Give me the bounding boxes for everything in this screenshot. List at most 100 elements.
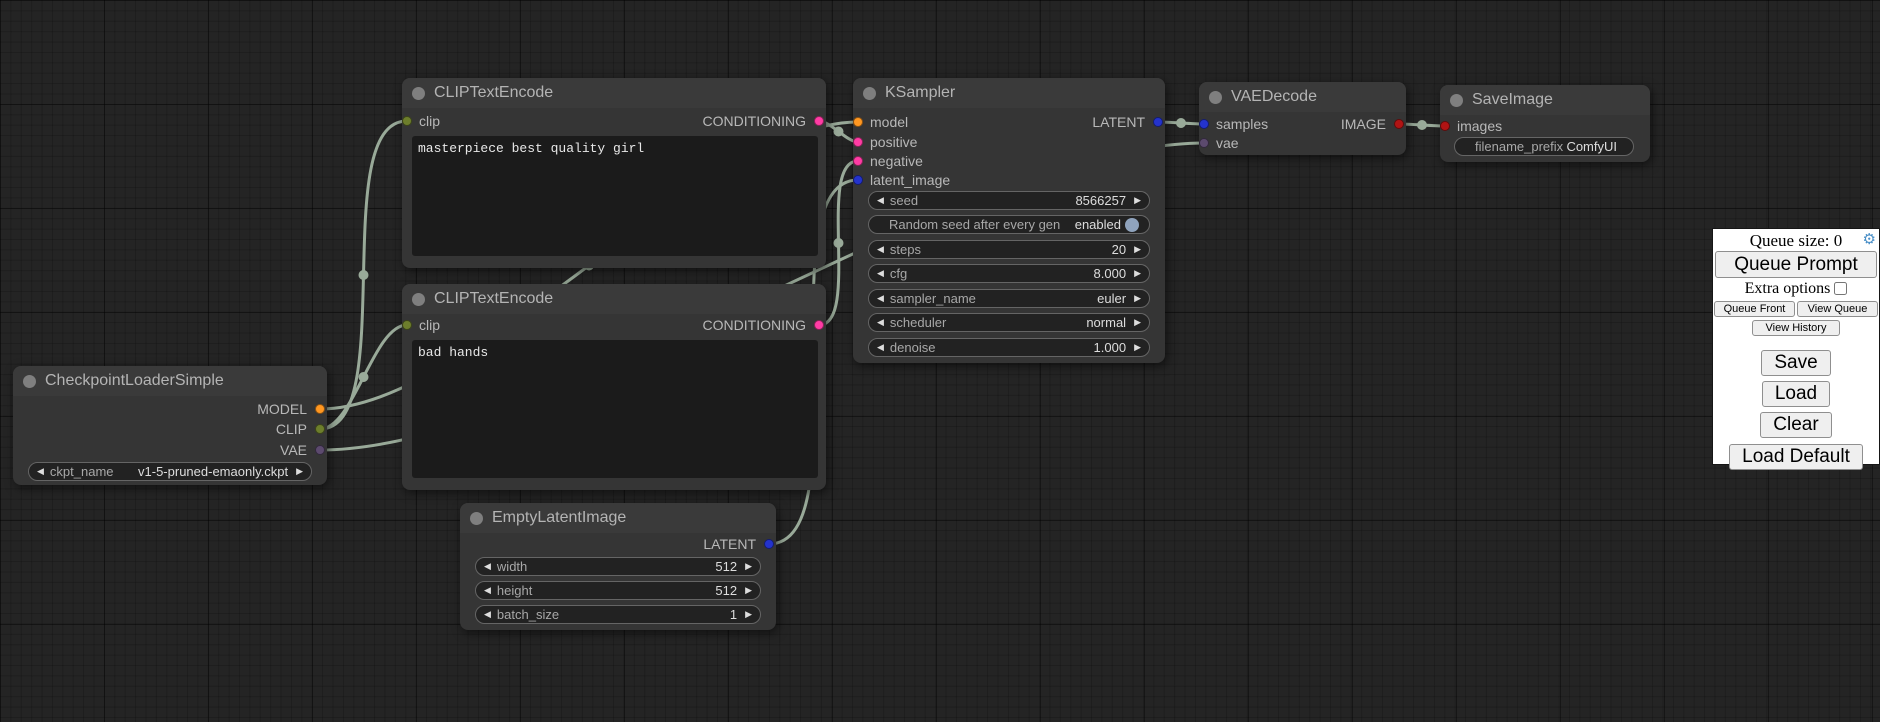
collapse-dot-icon[interactable] xyxy=(863,87,876,100)
prev-arrow-icon[interactable]: ◀ xyxy=(877,314,884,331)
latent-image-input-slot[interactable] xyxy=(853,175,863,185)
slot-row: clip CONDITIONING xyxy=(402,315,826,335)
increment-arrow-icon[interactable]: ▶ xyxy=(745,558,752,575)
widget-batch-size[interactable]: ◀ batch_size 1 ▶ xyxy=(475,605,761,624)
node-title-bar[interactable]: CheckpointLoaderSimple xyxy=(13,366,327,396)
negative-input-slot[interactable] xyxy=(853,156,863,166)
output-label: IMAGE xyxy=(1341,114,1386,134)
prev-arrow-icon[interactable]: ◀ xyxy=(877,290,884,307)
positive-input-slot[interactable] xyxy=(853,137,863,147)
widget-value: ComfyUI xyxy=(1563,139,1617,154)
decrement-arrow-icon[interactable]: ◀ xyxy=(877,265,884,282)
node-title-bar[interactable]: VAEDecode xyxy=(1199,82,1406,112)
save-button[interactable]: Save xyxy=(1761,350,1830,376)
increment-arrow-icon[interactable]: ▶ xyxy=(1134,265,1141,282)
node-graph-canvas[interactable]: CheckpointLoaderSimple MODEL CLIP VAE ◀ … xyxy=(0,0,1880,722)
prev-arrow-icon[interactable]: ◀ xyxy=(37,463,44,480)
load-default-button[interactable]: Load Default xyxy=(1729,444,1863,470)
queue-front-button[interactable]: Queue Front xyxy=(1714,301,1795,317)
increment-arrow-icon[interactable]: ▶ xyxy=(745,582,752,599)
node-ksampler[interactable]: KSampler model LATENT positive negative … xyxy=(853,78,1165,363)
decrement-arrow-icon[interactable]: ◀ xyxy=(877,339,884,356)
output-label: VAE xyxy=(280,440,307,460)
extra-options-checkbox[interactable] xyxy=(1834,282,1847,295)
node-title-bar[interactable]: CLIPTextEncode xyxy=(402,78,826,108)
checkpoint-clip-to-negative-clip-midpoint-dot[interactable] xyxy=(359,372,369,382)
widget-random-seed-toggle[interactable]: Random seed after every gen enabled xyxy=(868,215,1150,234)
negative-prompt-textarea[interactable]: bad hands xyxy=(412,340,818,478)
positive-cond-to-ksampler-positive-midpoint-dot[interactable] xyxy=(834,127,844,137)
widget-label: filename_prefix xyxy=(1475,139,1563,154)
increment-arrow-icon[interactable]: ▶ xyxy=(1134,241,1141,258)
clip-input-slot[interactable] xyxy=(402,320,412,330)
next-arrow-icon[interactable]: ▶ xyxy=(1134,290,1141,307)
collapse-dot-icon[interactable] xyxy=(412,293,425,306)
collapse-dot-icon[interactable] xyxy=(1450,94,1463,107)
widget-sampler-name[interactable]: ◀ sampler_name euler ▶ xyxy=(868,289,1150,308)
model-input-slot[interactable] xyxy=(853,117,863,127)
vaedecode-image-to-saveimage-images-midpoint-dot[interactable] xyxy=(1417,120,1427,130)
decrement-arrow-icon[interactable]: ◀ xyxy=(877,192,884,209)
slot-row: samples IMAGE xyxy=(1199,114,1406,134)
node-save-image[interactable]: SaveImage images filename_prefix ComfyUI xyxy=(1440,85,1650,162)
node-empty-latent-image[interactable]: EmptyLatentImage LATENT ◀ width 512 ▶ ◀ … xyxy=(460,503,776,630)
widget-filename-prefix[interactable]: filename_prefix ComfyUI xyxy=(1454,137,1634,156)
latent-output-slot[interactable] xyxy=(764,539,774,549)
collapse-dot-icon[interactable] xyxy=(470,512,483,525)
view-history-button[interactable]: View History xyxy=(1752,320,1840,336)
node-title-bar[interactable]: KSampler xyxy=(853,78,1165,108)
ksampler-latent-to-vaedecode-samples-midpoint-dot[interactable] xyxy=(1176,118,1186,128)
input-label: model xyxy=(870,112,908,132)
conditioning-output-slot[interactable] xyxy=(814,116,824,126)
conditioning-output-slot[interactable] xyxy=(814,320,824,330)
node-title: VAEDecode xyxy=(1231,88,1317,106)
node-title: EmptyLatentImage xyxy=(492,509,626,527)
node-title-bar[interactable]: SaveImage xyxy=(1440,85,1650,115)
increment-arrow-icon[interactable]: ▶ xyxy=(745,606,752,623)
settings-gear-icon[interactable]: ⚙ xyxy=(1863,232,1876,247)
checkpoint-clip-to-positive-clip-midpoint-dot[interactable] xyxy=(359,270,369,280)
decrement-arrow-icon[interactable]: ◀ xyxy=(484,558,491,575)
vae-output-slot[interactable] xyxy=(315,445,325,455)
widget-denoise[interactable]: ◀ denoise 1.000 ▶ xyxy=(868,338,1150,357)
node-clip-text-encode-negative[interactable]: CLIPTextEncode clip CONDITIONING bad han… xyxy=(402,284,826,490)
node-title-bar[interactable]: CLIPTextEncode xyxy=(402,284,826,314)
vae-input-slot[interactable] xyxy=(1199,138,1209,148)
node-vae-decode[interactable]: VAEDecode samples IMAGE vae xyxy=(1199,82,1406,155)
view-queue-button[interactable]: View Queue xyxy=(1797,301,1878,317)
node-clip-text-encode-positive[interactable]: CLIPTextEncode clip CONDITIONING masterp… xyxy=(402,78,826,268)
queue-prompt-button[interactable]: Queue Prompt xyxy=(1715,251,1877,278)
decrement-arrow-icon[interactable]: ◀ xyxy=(484,582,491,599)
samples-input-slot[interactable] xyxy=(1199,119,1209,129)
widget-height[interactable]: ◀ height 512 ▶ xyxy=(475,581,761,600)
increment-arrow-icon[interactable]: ▶ xyxy=(1134,339,1141,356)
widget-steps[interactable]: ◀ steps 20 ▶ xyxy=(868,240,1150,259)
collapse-dot-icon[interactable] xyxy=(23,375,36,388)
increment-arrow-icon[interactable]: ▶ xyxy=(1134,192,1141,209)
positive-prompt-textarea[interactable]: masterpiece best quality girl xyxy=(412,136,818,256)
image-output-slot[interactable] xyxy=(1394,119,1404,129)
images-input-slot[interactable] xyxy=(1440,121,1450,131)
clip-output-slot[interactable] xyxy=(315,424,325,434)
decrement-arrow-icon[interactable]: ◀ xyxy=(484,606,491,623)
toggle-enabled-icon[interactable] xyxy=(1125,218,1139,232)
next-arrow-icon[interactable]: ▶ xyxy=(296,463,303,480)
clear-button[interactable]: Clear xyxy=(1760,412,1831,438)
widget-cfg[interactable]: ◀ cfg 8.000 ▶ xyxy=(868,264,1150,283)
model-output-slot[interactable] xyxy=(315,404,325,414)
comfy-menu-panel: Queue size: 0 ⚙ Queue Prompt Extra optio… xyxy=(1712,228,1880,465)
clip-input-slot[interactable] xyxy=(402,116,412,126)
widget-scheduler[interactable]: ◀ scheduler normal ▶ xyxy=(868,313,1150,332)
collapse-dot-icon[interactable] xyxy=(412,87,425,100)
widget-width[interactable]: ◀ width 512 ▶ xyxy=(475,557,761,576)
decrement-arrow-icon[interactable]: ◀ xyxy=(877,241,884,258)
widget-seed[interactable]: ◀ seed 8566257 ▶ xyxy=(868,191,1150,210)
widget-ckpt-name[interactable]: ◀ ckpt_name v1-5-pruned-emaonly.ckpt ▶ xyxy=(28,462,312,481)
negative-cond-to-ksampler-negative-midpoint-dot[interactable] xyxy=(834,238,844,248)
node-title-bar[interactable]: EmptyLatentImage xyxy=(460,503,776,533)
node-checkpoint-loader-simple[interactable]: CheckpointLoaderSimple MODEL CLIP VAE ◀ … xyxy=(13,366,327,485)
next-arrow-icon[interactable]: ▶ xyxy=(1134,314,1141,331)
latent-output-slot[interactable] xyxy=(1153,117,1163,127)
load-button[interactable]: Load xyxy=(1762,381,1830,407)
collapse-dot-icon[interactable] xyxy=(1209,91,1222,104)
